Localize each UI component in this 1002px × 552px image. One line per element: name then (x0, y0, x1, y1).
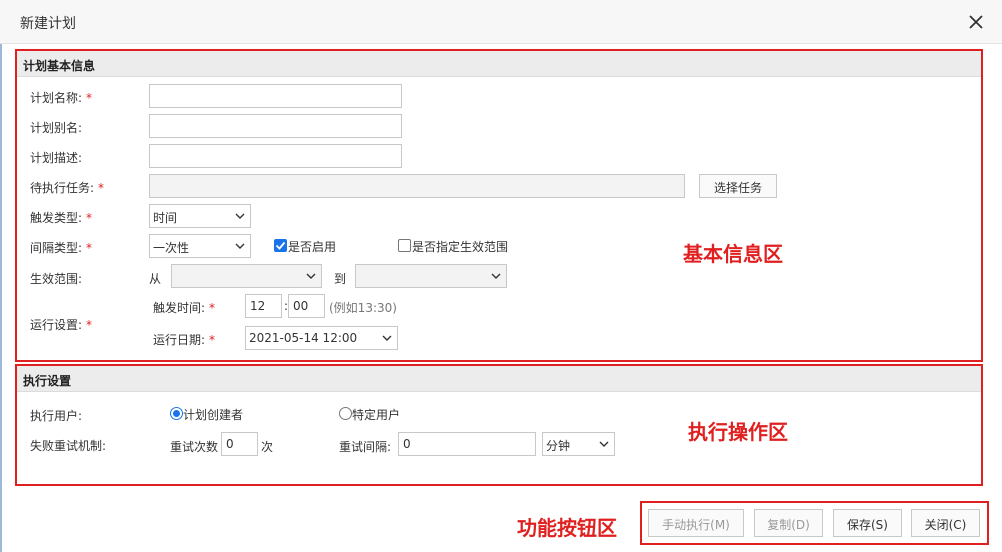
retry-count-input[interactable] (221, 432, 258, 456)
run-settings-label: 运行设置: * (30, 316, 92, 333)
manual-run-button[interactable]: 手动执行(M) (648, 509, 744, 537)
run-settings-label-text: 运行设置: (30, 318, 83, 332)
run-date-picker[interactable]: 2021-05-14 12:00 (245, 326, 398, 350)
required-mark: * (209, 333, 216, 347)
run-date-label: 运行日期: * (153, 331, 215, 348)
retry-interval-input[interactable] (398, 432, 536, 456)
retry-count-unit: 次 (261, 440, 274, 454)
exec-area-annotation: 执行操作区 (688, 420, 788, 444)
interval-type-label-text: 间隔类型: (30, 241, 83, 255)
close-button[interactable]: 关闭(C) (911, 509, 980, 537)
effective-range-label: 生效范围: (30, 272, 83, 286)
trigger-type-label-text: 触发类型: (30, 211, 83, 225)
enable-checkbox[interactable] (274, 239, 287, 252)
required-mark: * (86, 211, 93, 225)
basic-area-annotation: 基本信息区 (683, 242, 783, 266)
required-mark: * (86, 91, 93, 105)
chevron-down-icon (599, 441, 609, 447)
save-button[interactable]: 保存(S) (833, 509, 902, 537)
chevron-down-icon (235, 243, 245, 249)
interval-type-select[interactable]: 一次性 (149, 234, 251, 258)
creator-option-label[interactable]: 计划创建者 (183, 406, 243, 423)
specific-user-radio[interactable] (339, 407, 352, 420)
basic-section-header: 计划基本信息 (17, 51, 981, 77)
retry-mechanism-label: 失败重试机制: (30, 439, 107, 453)
buttons-area-annotation: 功能按钮区 (517, 516, 617, 540)
trigger-type-label: 触发类型: * (30, 209, 92, 226)
plan-name-label-text: 计划名称: (30, 91, 83, 105)
retry-count-label: 重试次数 (170, 440, 219, 454)
exec-section-header: 执行设置 (17, 366, 981, 392)
chevron-down-icon (306, 273, 316, 279)
plan-description-label: 计划描述: (30, 151, 83, 165)
basic-section-title: 计划基本信息 (23, 59, 96, 73)
to-label: 到 (334, 272, 347, 286)
interval-type-value: 一次性 (153, 241, 190, 255)
dialog-titlebar: 新建计划 (0, 0, 1002, 44)
plan-alias-input[interactable] (149, 114, 402, 138)
exec-section-title: 执行设置 (23, 374, 72, 388)
interval-unit-value: 分钟 (546, 439, 571, 453)
interval-type-label: 间隔类型: * (30, 239, 92, 256)
run-date-label-text: 运行日期: (153, 333, 206, 347)
run-date-value: 2021-05-14 12:00 (249, 331, 358, 345)
trigger-type-select[interactable]: 时间 (149, 204, 251, 228)
checkmark-icon (275, 241, 286, 250)
copy-button[interactable]: 复制(D) (754, 509, 823, 537)
close-icon[interactable] (964, 10, 988, 34)
retry-interval-label: 重试间隔: (339, 440, 392, 454)
pending-task-input (149, 174, 685, 198)
window-left-edge (0, 44, 2, 552)
required-mark: * (86, 241, 93, 255)
dialog-title: 新建计划 (20, 16, 76, 32)
range-to-select (355, 264, 507, 288)
trigger-hour-input[interactable] (245, 294, 282, 318)
chevron-down-icon (382, 335, 392, 341)
pending-task-label: 待执行任务: * (30, 179, 104, 196)
range-from-select (171, 264, 322, 288)
chevron-down-icon (491, 273, 501, 279)
time-example-hint: (例如13:30) (329, 301, 397, 315)
plan-name-label: 计划名称: * (30, 89, 92, 106)
specify-range-checkbox[interactable] (398, 239, 411, 252)
trigger-type-value: 时间 (153, 211, 178, 225)
chevron-down-icon (235, 213, 245, 219)
interval-unit-select[interactable]: 分钟 (542, 432, 615, 456)
plan-description-input[interactable] (149, 144, 402, 168)
trigger-time-label: 触发时间: * (153, 299, 215, 316)
specify-range-label[interactable]: 是否指定生效范围 (412, 238, 508, 255)
enable-label[interactable]: 是否启用 (288, 238, 336, 255)
from-label: 从 (149, 272, 162, 286)
select-task-button[interactable]: 选择任务 (699, 174, 777, 198)
creator-radio[interactable] (170, 407, 183, 420)
plan-name-input[interactable] (149, 84, 402, 108)
required-mark: * (209, 301, 216, 315)
specific-user-option-label[interactable]: 特定用户 (352, 406, 400, 423)
trigger-time-label-text: 触发时间: (153, 301, 206, 315)
exec-user-label: 执行用户: (30, 409, 83, 423)
required-mark: * (86, 318, 93, 332)
required-mark: * (98, 181, 105, 195)
plan-alias-label: 计划别名: (30, 121, 83, 135)
trigger-minute-input[interactable] (288, 294, 325, 318)
pending-task-label-text: 待执行任务: (30, 181, 95, 195)
